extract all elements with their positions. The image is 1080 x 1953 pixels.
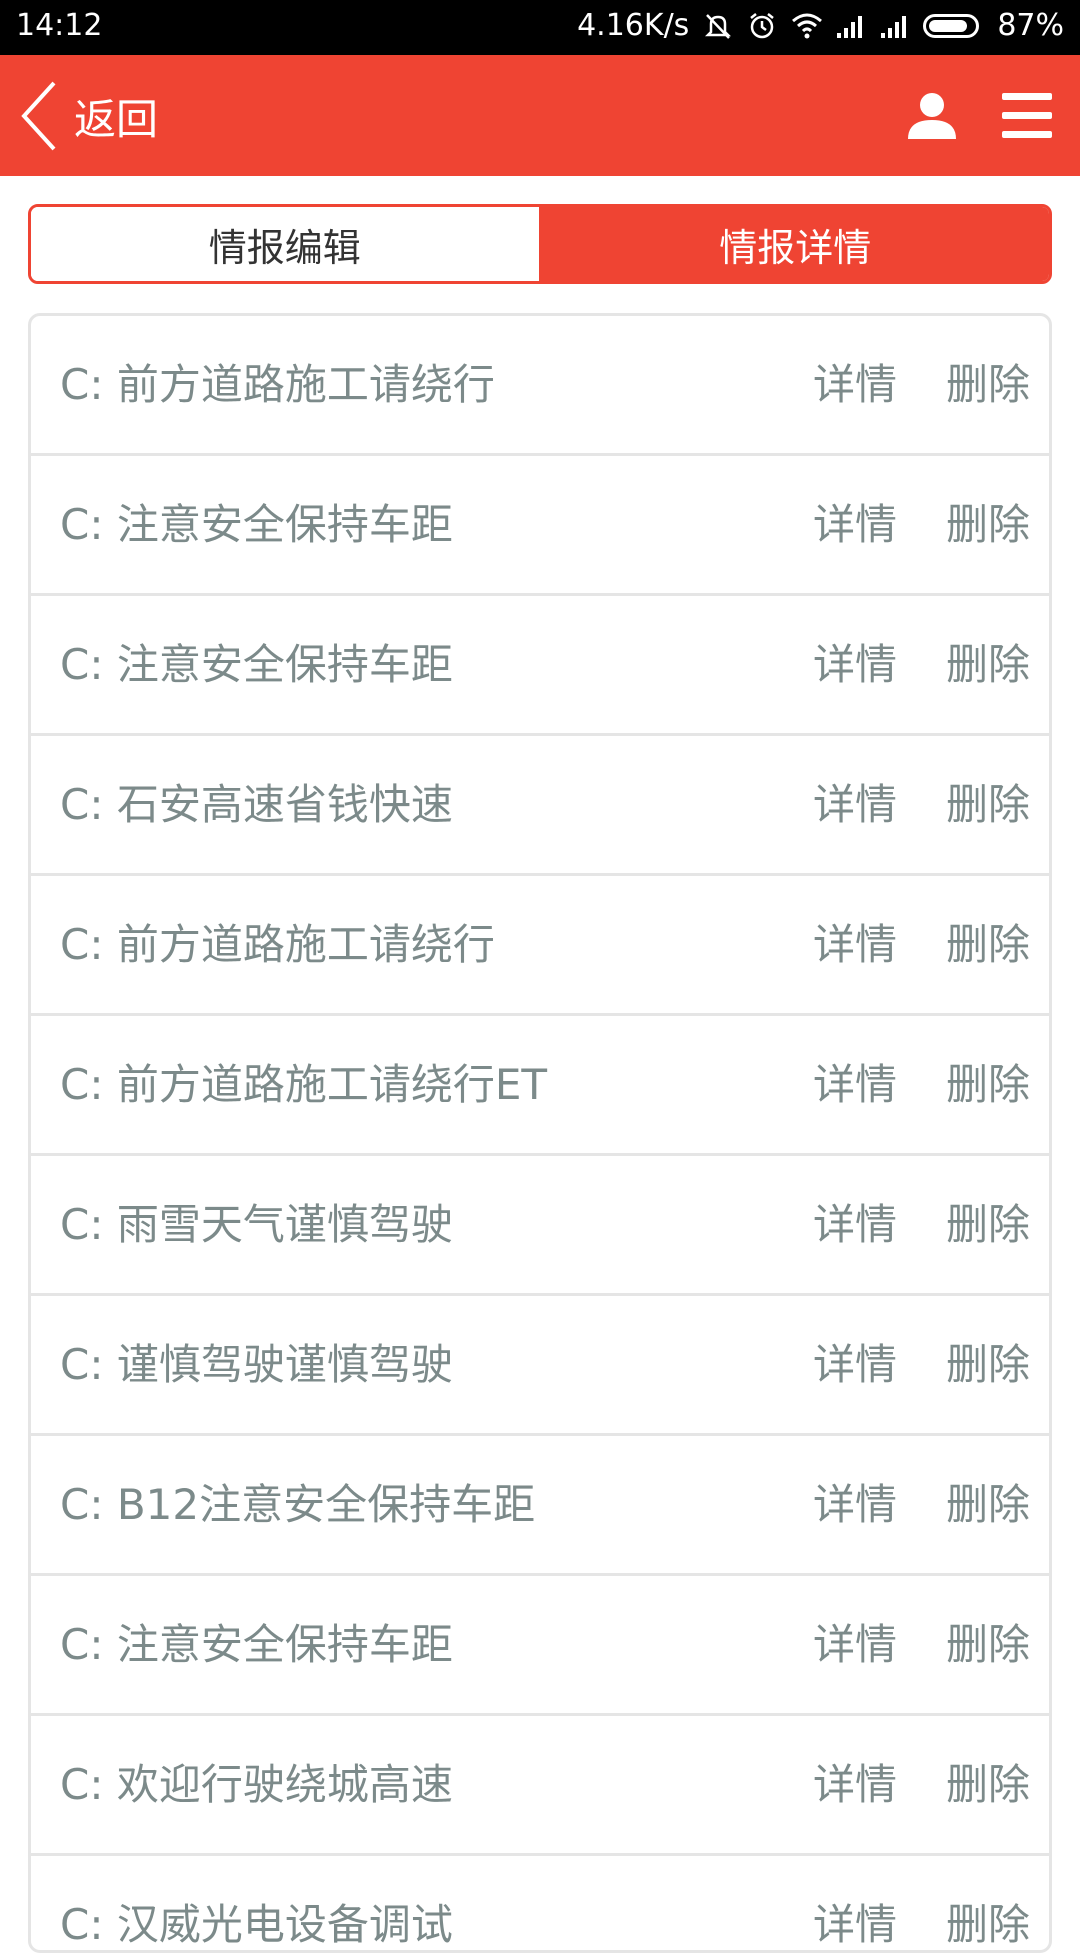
- battery-icon: [923, 13, 980, 38]
- list-item: C: 石安高速省钱快速 详情 删除: [31, 736, 1049, 876]
- delete-button[interactable]: 删除: [943, 876, 1033, 1013]
- delete-button[interactable]: 删除: [943, 1856, 1033, 1950]
- net-speed: 4.16K/s: [577, 8, 690, 43]
- detail-button[interactable]: 详情: [805, 456, 905, 593]
- delete-button[interactable]: 删除: [943, 316, 1033, 453]
- menu-icon[interactable]: [1000, 91, 1054, 141]
- list-item: C: 汉威光电设备调试 详情 删除: [31, 1856, 1049, 1950]
- list-item-text: C: 石安高速省钱快速: [60, 780, 453, 829]
- detail-button[interactable]: 详情: [805, 736, 905, 873]
- status-icons: 4.16K/s 87%: [577, 8, 1064, 43]
- list-item-text: C: 注意安全保持车距: [60, 1620, 453, 1669]
- delete-button[interactable]: 删除: [943, 1016, 1033, 1153]
- list-item-text: C: 汉威光电设备调试: [60, 1900, 453, 1949]
- back-label: 返回: [74, 94, 159, 144]
- intel-list: C: 前方道路施工请绕行 详情 删除 C: 注意安全保持车距 详情 删除 C: …: [28, 313, 1052, 1953]
- list-item-text: C: 谨慎驾驶谨慎驾驶: [60, 1340, 453, 1389]
- list-item: C: 注意安全保持车距 详情 删除: [31, 456, 1049, 596]
- user-icon[interactable]: [905, 89, 959, 143]
- detail-button[interactable]: 详情: [805, 1856, 905, 1950]
- status-bar: 14:12 4.16K/s 87%: [0, 0, 1080, 55]
- list-item-text: C: 欢迎行驶绕城高速: [60, 1760, 453, 1809]
- detail-button[interactable]: 详情: [805, 1436, 905, 1573]
- list-item: C: 注意安全保持车距 详情 删除: [31, 596, 1049, 736]
- list-item: C: 前方道路施工请绕行 详情 删除: [31, 876, 1049, 1016]
- delete-button[interactable]: 删除: [943, 1436, 1033, 1573]
- battery-percent: 87%: [997, 8, 1064, 43]
- status-time: 14:12: [16, 8, 103, 43]
- list-item-text: C: 前方道路施工请绕行ET: [60, 1060, 548, 1109]
- delete-button[interactable]: 删除: [943, 1156, 1033, 1293]
- list-item: C: 注意安全保持车距 详情 删除: [31, 1576, 1049, 1716]
- detail-button[interactable]: 详情: [805, 1296, 905, 1433]
- list-item: C: 前方道路施工请绕行 详情 删除: [31, 316, 1049, 456]
- detail-button[interactable]: 详情: [805, 1156, 905, 1293]
- back-button[interactable]: 返回: [18, 79, 158, 153]
- list-item: C: 谨慎驾驶谨慎驾驶 详情 删除: [31, 1296, 1049, 1436]
- list-item-text: C: 前方道路施工请绕行: [60, 920, 495, 969]
- signal-icon: [835, 11, 865, 41]
- detail-button[interactable]: 详情: [805, 1016, 905, 1153]
- delete-button[interactable]: 删除: [943, 596, 1033, 733]
- list-item: C: 欢迎行驶绕城高速 详情 删除: [31, 1716, 1049, 1856]
- list-item-text: C: 注意安全保持车距: [60, 640, 453, 689]
- delete-button[interactable]: 删除: [943, 1296, 1033, 1433]
- wifi-icon: [791, 11, 823, 41]
- list-item: C: 前方道路施工请绕行ET 详情 删除: [31, 1016, 1049, 1156]
- mute-icon: [703, 11, 733, 41]
- list-item: C: B12注意安全保持车距 详情 删除: [31, 1436, 1049, 1576]
- detail-button[interactable]: 详情: [805, 876, 905, 1013]
- detail-button[interactable]: 详情: [805, 316, 905, 453]
- chevron-left-icon: [18, 79, 58, 153]
- detail-button[interactable]: 详情: [805, 596, 905, 733]
- delete-button[interactable]: 删除: [943, 1576, 1033, 1713]
- list-item: C: 雨雪天气谨慎驾驶 详情 删除: [31, 1156, 1049, 1296]
- detail-button[interactable]: 详情: [805, 1576, 905, 1713]
- segmented-tabs: 情报编辑 情报详情: [28, 204, 1052, 284]
- delete-button[interactable]: 删除: [943, 456, 1033, 593]
- tab-intel-detail[interactable]: 情报详情: [541, 207, 1049, 281]
- list-item-text: C: 前方道路施工请绕行: [60, 360, 495, 409]
- list-item-text: C: 雨雪天气谨慎驾驶: [60, 1200, 453, 1249]
- delete-button[interactable]: 删除: [943, 1716, 1033, 1853]
- detail-button[interactable]: 详情: [805, 1716, 905, 1853]
- list-item-text: C: 注意安全保持车距: [60, 500, 453, 549]
- signal-icon: [879, 11, 909, 41]
- alarm-icon: [747, 11, 777, 41]
- tab-intel-edit[interactable]: 情报编辑: [31, 207, 542, 281]
- delete-button[interactable]: 删除: [943, 736, 1033, 873]
- app-bar: 返回: [0, 55, 1080, 176]
- list-item-text: C: B12注意安全保持车距: [60, 1480, 536, 1529]
